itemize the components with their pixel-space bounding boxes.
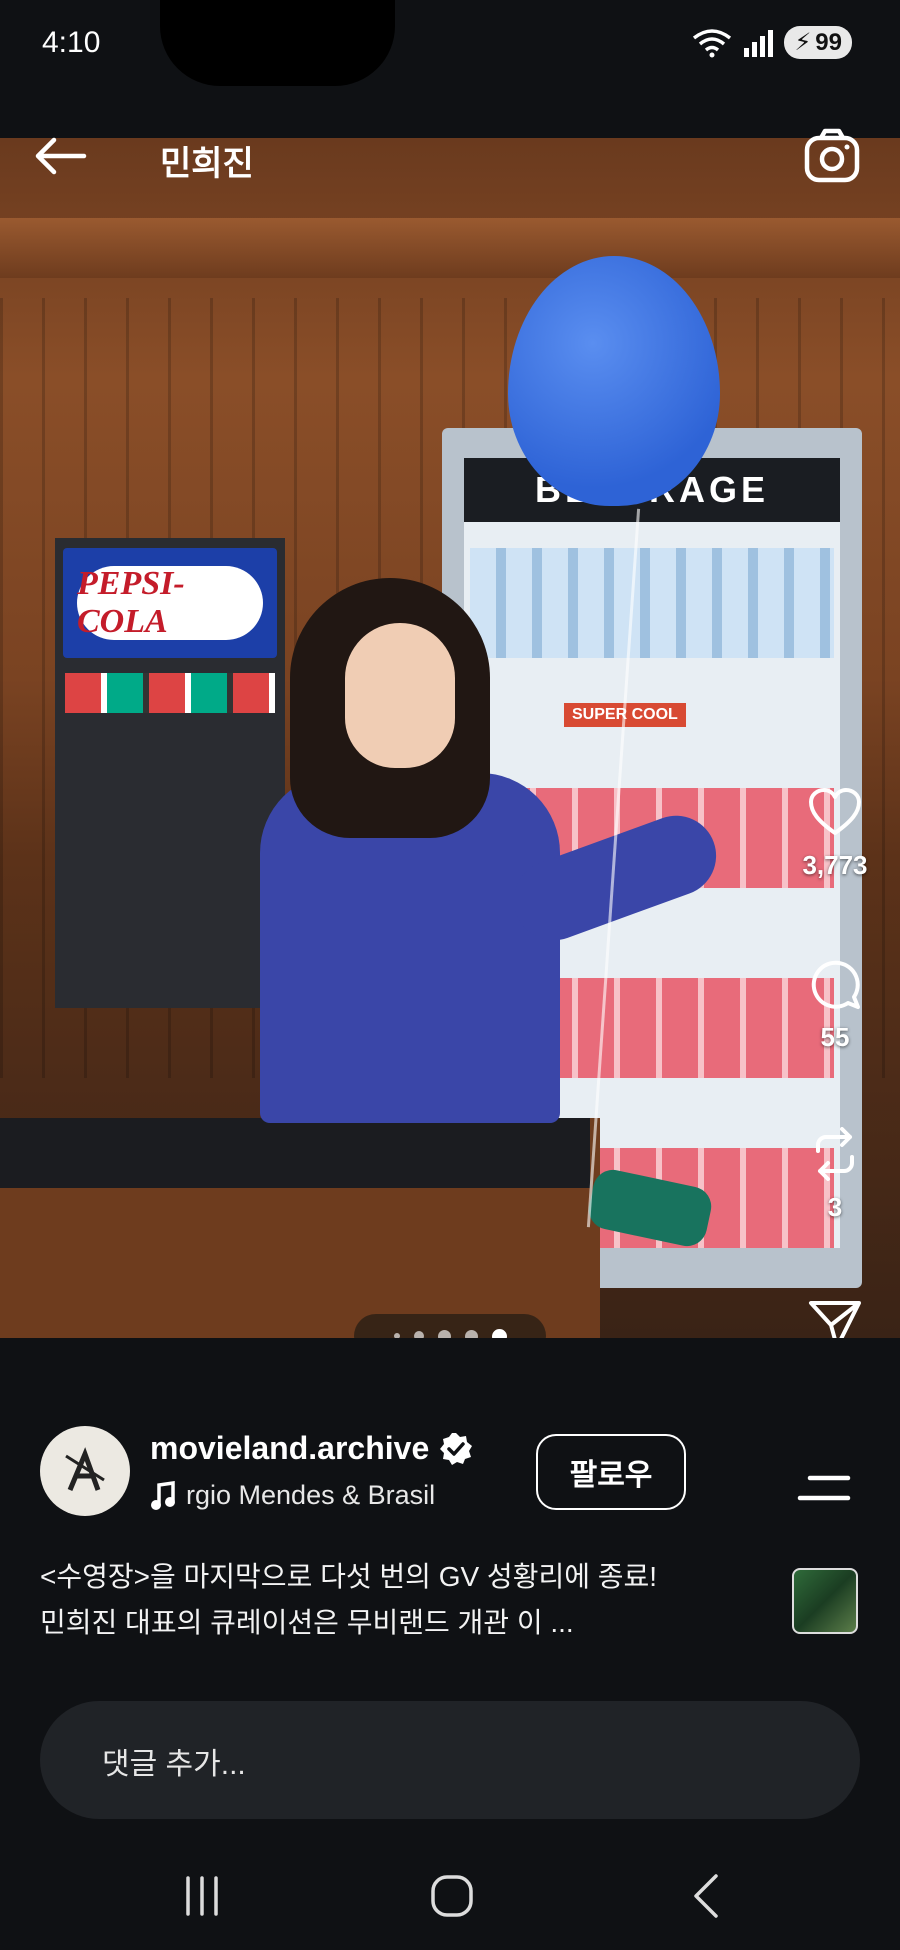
caption-line: 민희진 대표의 큐레이션은 무비랜드 개관 이 ...: [40, 1607, 574, 1638]
menu-lines-icon[interactable]: [796, 1470, 852, 1510]
album-thumbnail[interactable]: [792, 1568, 858, 1634]
system-nav-bar: [0, 1838, 900, 1950]
wifi-icon: [693, 28, 732, 57]
post-photo[interactable]: PEPSI-COLA BEVERAGE SUPER COOL: [0, 138, 900, 1338]
person-face: [345, 623, 455, 768]
back-button[interactable]: [28, 128, 92, 184]
page-title: 민희진: [160, 145, 254, 183]
arrow-left-icon: [35, 137, 87, 175]
follow-button[interactable]: 팔로우: [536, 1434, 686, 1510]
repost-icon: [816, 1127, 854, 1181]
back-nav-button[interactable]: [666, 1866, 746, 1926]
charging-icon: ⚡: [794, 29, 812, 56]
username[interactable]: movieland.archive: [150, 1430, 429, 1467]
like-count: 3,773: [802, 850, 868, 880]
signal-icon: [744, 29, 774, 57]
home-button[interactable]: [412, 1866, 492, 1926]
like-action: 3,773: [790, 780, 880, 881]
comment-count: 55: [820, 1022, 850, 1052]
heart-icon: [809, 788, 861, 835]
battery-level: 99: [815, 28, 842, 56]
blue-balloon: [508, 256, 720, 506]
comment-bubble-icon: [811, 960, 860, 1009]
soda-taps: [65, 673, 275, 713]
avatar[interactable]: [40, 1426, 130, 1516]
post-caption[interactable]: <수영장>을 마지막으로 다섯 번의 GV 성황리에 종료! 민희진 대표의 큐…: [40, 1554, 800, 1646]
music-title: rgio Mendes & Brasil: [186, 1480, 436, 1510]
recent-apps-button[interactable]: [162, 1866, 242, 1926]
comment-input[interactable]: 댓글 추가...: [40, 1701, 860, 1819]
ceiling-beam: [0, 218, 900, 278]
chevron-left-icon: [694, 1874, 718, 1918]
status-icons: ⚡ 99: [692, 26, 852, 59]
comment-action: 55: [790, 952, 880, 1053]
repost-action: 3: [790, 1122, 880, 1223]
caption-line: <수영장>을 마지막으로 다섯 번의 GV 성황리에 종료!: [40, 1561, 658, 1592]
status-bar: 4:10 ⚡ 99: [0, 0, 900, 100]
username-row: movieland.archive: [150, 1430, 473, 1467]
header: 민희진: [0, 118, 900, 198]
soda-brand-text: PEPSI-COLA: [77, 565, 263, 640]
water-shelf: [470, 548, 834, 658]
recent-apps-icon: [186, 1876, 218, 1916]
battery-indicator: ⚡ 99: [784, 26, 852, 59]
verified-badge-icon: [440, 1432, 473, 1465]
music-row[interactable]: rgio Mendes & Brasil: [150, 1480, 435, 1511]
comment-placeholder: 댓글 추가...: [102, 1748, 246, 1781]
music-note-icon: [151, 1480, 175, 1510]
repost-button[interactable]: [790, 1122, 880, 1186]
soda-logo: PEPSI-COLA: [63, 548, 277, 658]
profile-logo-icon: [43, 1429, 127, 1513]
camera-icon: [804, 128, 860, 183]
like-button[interactable]: [790, 780, 880, 844]
comment-button[interactable]: [790, 952, 880, 1016]
redacted-area: [160, 0, 395, 86]
repost-count: 3: [827, 1192, 843, 1222]
status-time: 4:10: [42, 26, 101, 59]
soda-machine: PEPSI-COLA: [55, 538, 285, 1008]
camera-button[interactable]: [800, 124, 864, 188]
home-icon: [431, 1875, 473, 1917]
counter-top: [0, 1118, 590, 1188]
